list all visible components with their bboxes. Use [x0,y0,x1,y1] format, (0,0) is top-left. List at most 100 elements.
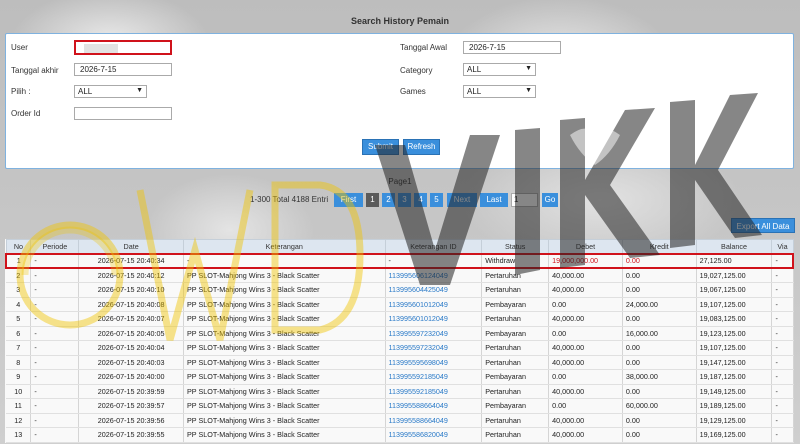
cell-no: 13 [6,427,32,443]
cell-balance: 19,189,125.00 [696,398,773,414]
cell-ketid[interactable]: 113995592185049 [385,384,483,399]
column-header[interactable]: Via [771,239,794,254]
table-row: 11-2026-07-15 20:39:57 PP SLOT-Mahjong Wi… [6,398,794,414]
table-row: 9-2026-07-15 20:40:00 PP SLOT-Mahjong Win… [6,369,794,385]
page-title: Search History Pemain [350,16,450,26]
cell-periode: - [30,355,80,370]
pilih-select[interactable]: ALL ▼ [74,85,147,98]
tanggal-awal-label: Tanggal Awal [400,43,447,52]
cell-periode: - [30,326,80,341]
tanggal-akhir-label: Tanggal akhir [11,66,59,75]
page-button-4[interactable]: 4 [414,193,427,207]
cell-ket: PP SLOT-Mahjong Wins 3 - Black Scatter [183,340,386,356]
cell-kredit: 0.00 [622,355,697,370]
cell-debet: 40,000.00 [548,311,623,327]
column-header[interactable]: Periode [30,239,80,254]
cell-ketid[interactable]: 113995606124049 [385,268,483,283]
cell-ketid[interactable]: 113995604425049 [385,282,483,298]
cell-balance: 19,083,125.00 [696,311,773,327]
cell-kredit: 0.00 [622,340,697,356]
cell-ketid[interactable]: 113995595698049 [385,355,483,370]
page-button-3[interactable]: 3 [398,193,411,207]
go-button[interactable]: Go [542,193,558,207]
first-page-button[interactable]: First [334,193,363,207]
cell-periode: - [30,252,80,269]
cell-via: - [771,311,794,327]
cell-ketid[interactable]: 113995601012049 [385,297,483,312]
cell-ketid[interactable]: 113995601012049 [385,311,483,327]
column-header[interactable]: Keterangan [183,239,386,254]
cell-ket: PP SLOT-Mahjong Wins 3 - Black Scatter [183,268,386,283]
cell-ketid[interactable]: 113995592185049 [385,369,483,385]
cell-kredit: 60,000.00 [622,398,697,414]
search-panel: User Tanggal Awal 2026-7-15 Tanggal akhi… [5,33,794,169]
column-header[interactable]: Date [78,239,184,254]
cell-ket: PP SLOT-Mahjong Wins 3 - Black Scatter [183,311,386,327]
cell-ketid[interactable]: 113995588664049 [385,413,483,428]
category-select[interactable]: ALL ▼ [463,63,536,76]
last-page-button[interactable]: Last [480,193,508,207]
table-row: 7-2026-07-15 20:40:04 PP SLOT-Mahjong Win… [6,340,794,356]
user-input[interactable] [74,40,172,55]
cell-balance: 19,149,125.00 [696,384,773,399]
games-select[interactable]: ALL ▼ [463,85,536,98]
next-page-button[interactable]: Next [447,193,477,207]
cell-via: - [771,340,794,356]
column-header[interactable]: Keterangan ID [384,239,483,254]
cell-debet: 40,000.00 [548,427,623,443]
cell-ket: - [183,252,386,269]
cell-status: Pembayaran [481,297,550,312]
cell-via: - [771,413,794,428]
cell-date: 2026-07-15 20:39:56 [78,413,184,428]
tanggal-akhir-input[interactable]: 2026-7-15 [74,63,172,76]
cell-status: Pertaruhan [481,384,550,399]
column-header[interactable]: Balance [695,239,773,254]
cell-ket: PP SLOT-Mahjong Wins 3 - Black Scatter [183,297,386,312]
cell-debet: 40,000.00 [548,413,623,428]
cell-ketid[interactable]: 113995597232049 [385,326,483,341]
cell-date: 2026-07-15 20:40:03 [78,355,184,370]
cell-date: 2026-07-15 20:39:55 [78,427,184,443]
table-body: 1-2026-07-15 20:40:34- - Withdraw 19,000,00… [5,252,795,443]
export-all-data-button[interactable]: Export All Data [731,218,795,233]
cell-no: 1 [5,252,32,269]
column-header[interactable]: Status [481,239,550,254]
cell-balance: 19,123,125.00 [696,326,773,341]
order-id-label: Order Id [11,109,41,118]
cell-status: Pertaruhan [481,355,550,370]
page-button-1[interactable]: 1 [366,193,379,207]
cell-periode: - [30,311,80,327]
cell-kredit: 0.00 [622,427,697,443]
cell-status: Pertaruhan [481,413,550,428]
page-button-2[interactable]: 2 [382,193,395,207]
cell-debet: 40,000.00 [548,340,623,356]
order-id-input[interactable] [74,107,172,120]
table-row: 12-2026-07-15 20:39:56 PP SLOT-Mahjong Wi… [6,413,794,428]
submit-button[interactable]: Submit [362,139,399,155]
cell-debet: 0.00 [548,297,623,312]
column-header[interactable]: Kredit [621,239,697,254]
cell-status: Pembayaran [481,369,550,385]
total-entries: 1-300 Total 4188 Entri [250,195,329,204]
cell-ketid[interactable]: 113995586820049 [385,427,483,443]
table-row: 3-2026-07-15 20:40:10 PP SLOT-Mahjong Win… [6,282,794,298]
cell-periode: - [30,268,80,283]
cell-ket: PP SLOT-Mahjong Wins 3 - Black Scatter [183,427,386,443]
table-header-row: No Periode Date Keterangan Keterangan ID Stat… [5,239,794,254]
cell-balance: 19,027,125.00 [696,268,773,283]
cell-ketid[interactable]: 113995588664049 [385,398,483,414]
page-button-5[interactable]: 5 [430,193,443,207]
cell-debet: 40,000.00 [548,282,623,298]
tanggal-awal-input[interactable]: 2026-7-15 [463,41,561,54]
page-number-input[interactable]: 1 [511,193,538,207]
table-row: 6-2026-07-15 20:40:05 PP SLOT-Mahjong Win… [6,326,794,341]
cell-via: - [771,326,794,341]
cell-status: Pertaruhan [481,282,550,298]
refresh-button[interactable]: Refresh [403,139,440,155]
cell-kredit: 0.00 [622,311,697,327]
column-header[interactable]: Debet [548,239,623,254]
cell-kredit: 0.00 [622,413,697,428]
pilih-label: Pilih : [11,87,31,96]
cell-ketid[interactable]: 113995597232049 [385,340,483,356]
column-header[interactable]: No [5,239,32,254]
